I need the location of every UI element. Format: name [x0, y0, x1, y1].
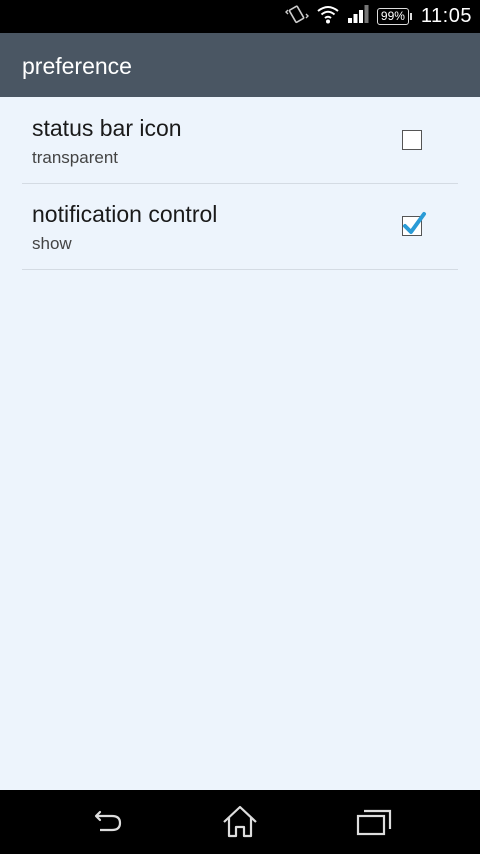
- clock: 11:05: [420, 5, 472, 27]
- navigation-bar: [0, 790, 480, 854]
- notification-control-checkbox[interactable]: [402, 212, 426, 236]
- preference-list: status bar icon transparent notification…: [0, 97, 480, 790]
- battery-icon: 99%: [376, 8, 412, 25]
- status-bar: 99% 11:05: [0, 0, 480, 33]
- signal-icon: [347, 4, 369, 29]
- status-icons: 99% 11:05: [284, 0, 472, 33]
- vibrate-icon: [284, 3, 309, 30]
- recents-icon[interactable]: [354, 804, 394, 840]
- action-bar: preference: [0, 33, 480, 97]
- checkmark-icon: [403, 212, 426, 234]
- preference-summary: show: [32, 234, 72, 253]
- preference-summary: transparent: [32, 148, 118, 167]
- home-icon[interactable]: [220, 804, 260, 840]
- preference-title: notification control: [32, 201, 218, 227]
- preference-status-bar-icon[interactable]: status bar icon transparent: [22, 97, 458, 184]
- page-title: preference: [22, 53, 132, 79]
- preference-title: status bar icon: [32, 115, 182, 141]
- status-bar-icon-checkbox[interactable]: [402, 130, 422, 150]
- wifi-icon: [317, 4, 339, 29]
- back-icon[interactable]: [88, 804, 128, 840]
- preference-notification-control[interactable]: notification control show: [22, 183, 458, 270]
